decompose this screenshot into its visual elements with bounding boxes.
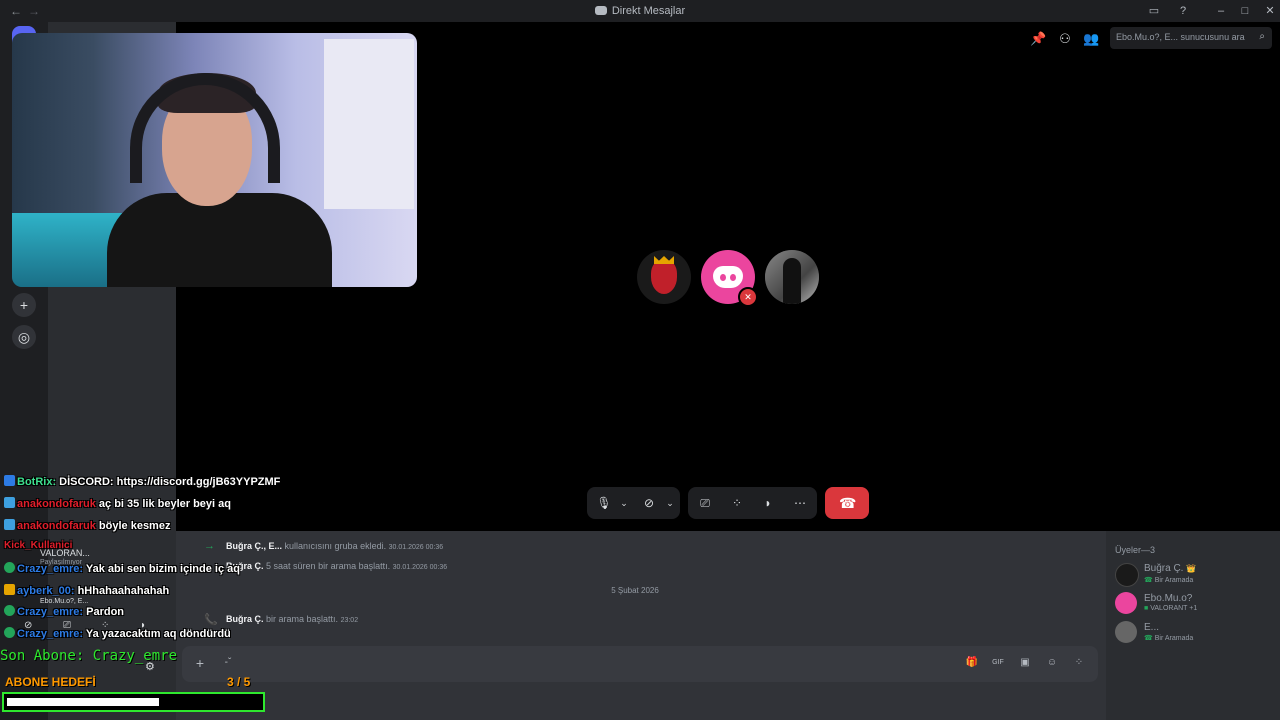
- mic-options-chevron-icon[interactable]: ⌄: [616, 495, 632, 511]
- minimize-icon[interactable]: –: [1213, 3, 1229, 19]
- phone-icon: ☎: [1144, 577, 1153, 584]
- activities-icon[interactable]: ⁘: [729, 495, 745, 511]
- discover-icon[interactable]: ◎: [12, 325, 36, 349]
- apps-icon[interactable]: ⁘: [1072, 656, 1086, 670]
- microphone-icon[interactable]: 🎙: [596, 495, 612, 511]
- sticker-icon[interactable]: ▣: [1018, 656, 1032, 670]
- stream-chat-line: Crazy_emre: Ya yazacaktım aq döndürdü: [4, 627, 231, 640]
- crown-icon: [654, 256, 674, 264]
- stream-chat-line: Crazy_emre: Pardon: [4, 605, 124, 618]
- hang-up-icon: ☎: [839, 495, 857, 511]
- join-arrow-icon: →: [204, 540, 215, 552]
- member-status: ☎ Bir Aramada: [1144, 577, 1194, 584]
- sub-goal-fill: [7, 698, 159, 706]
- soundboard-icon[interactable]: ◗: [760, 495, 776, 511]
- game-controller-icon: ■: [1144, 605, 1149, 612]
- kick-label: Kick_Kullanici: [4, 540, 73, 551]
- phone-icon: ☎: [1144, 635, 1153, 642]
- screen-share-icon[interactable]: ⎚: [697, 495, 713, 511]
- member-name[interactable]: Buğra Ç. 👑: [1144, 563, 1196, 574]
- camera-options-chevron-icon[interactable]: ⌄: [662, 495, 678, 511]
- participant-avatar-bugra[interactable]: [637, 250, 691, 304]
- date-divider: 5 Şubat 2026: [611, 586, 659, 595]
- streamer-webcam: [12, 33, 417, 287]
- title-bar: ← → Direkt Mesajlar ▭ ? – □ ✕: [0, 0, 1280, 22]
- deafened-icon: ✕: [738, 287, 758, 307]
- headphones-icon: [130, 73, 280, 183]
- search-icon: ⌕: [1259, 31, 1265, 42]
- help-icon[interactable]: ?: [1175, 3, 1191, 19]
- system-message: Buğra Ç. 5 saat süren bir arama başlattı…: [226, 561, 448, 571]
- crown-icon: 👑: [1186, 564, 1197, 573]
- disconnect-button[interactable]: ☎: [825, 487, 869, 519]
- system-message: Buğra Ç. bir arama başlattı. 23:02: [226, 614, 359, 624]
- call-phone-icon: 📞: [204, 614, 218, 626]
- member-avatar[interactable]: [1115, 563, 1139, 587]
- member-list-header: Üyeler—3: [1115, 545, 1156, 555]
- add-friend-icon[interactable]: ⚇: [1057, 31, 1073, 47]
- more-options-icon[interactable]: ⋯: [792, 495, 808, 511]
- member-avatar[interactable]: [1115, 621, 1137, 643]
- sword-badge-icon: [4, 475, 15, 486]
- mod-badge-icon: [4, 562, 15, 573]
- person-photo-icon: [783, 258, 801, 304]
- member-status: ■ VALORANT +1: [1144, 605, 1198, 612]
- call-actions: ⎚ ⁘ ◗ ⋯: [688, 487, 817, 519]
- gift-icon[interactable]: 🎁: [965, 656, 979, 670]
- member-name[interactable]: Ebo.Mu.o?: [1144, 593, 1192, 604]
- member-name[interactable]: E...: [1144, 622, 1159, 633]
- stream-chat-line: Crazy_emre: Yak abi sen bizim içinde iç …: [4, 562, 240, 575]
- stream-chat-line: anakondofaruk böyle kesmez: [4, 519, 170, 532]
- sub-goal-count: 3 / 5: [227, 675, 251, 689]
- system-message: Buğra Ç., E... kullanıcısını gruba ekled…: [226, 541, 444, 551]
- sub-goal-bar: [2, 692, 265, 712]
- text-format-icon[interactable]: -ˇ: [221, 656, 235, 670]
- subscriber-badge-icon: [4, 497, 15, 508]
- stream-chat-line: BotRix: DİSCORD: https://discord.gg/jB63…: [4, 475, 280, 488]
- discord-logo-icon: [594, 6, 607, 15]
- sub-goal-label: ABONE HEDEFİ: [5, 675, 96, 689]
- members-list-icon[interactable]: 👥: [1083, 31, 1099, 47]
- crown-badge-icon: [4, 584, 15, 595]
- member-avatar[interactable]: [1115, 592, 1137, 614]
- add-server-icon[interactable]: +: [12, 293, 36, 317]
- subscriber-badge-icon: [4, 519, 15, 530]
- discord-default-avatar-icon: [713, 266, 743, 288]
- participant-avatar-e[interactable]: [765, 250, 819, 304]
- attach-plus-icon[interactable]: +: [193, 656, 207, 670]
- mod-badge-icon: [4, 627, 15, 638]
- mod-badge-icon: [4, 605, 15, 616]
- participant-avatar-ebo[interactable]: ✕: [701, 250, 758, 307]
- audio-video-controls: 🎙 ⌄ ⊘ ⌄: [587, 487, 680, 519]
- emoji-icon[interactable]: ☺: [1045, 656, 1059, 670]
- message-composer[interactable]: [182, 646, 1098, 682]
- message-list: [176, 531, 1106, 720]
- inbox-icon[interactable]: ▭: [1146, 3, 1162, 19]
- demon-avatar-icon: [651, 260, 677, 294]
- pin-icon[interactable]: 📌: [1030, 31, 1046, 47]
- window-title: Direkt Mesajlar: [0, 5, 1280, 17]
- stream-chat-line: ayberk_00: hHhahaahahahah: [4, 584, 169, 597]
- stream-chat-line: anakondofaruk aç bi 35 lik beyler beyi a…: [4, 497, 231, 510]
- camera-off-icon[interactable]: ⊘: [641, 495, 657, 511]
- gif-icon[interactable]: GIF: [991, 656, 1005, 670]
- maximize-icon[interactable]: □: [1237, 3, 1253, 19]
- last-subscriber: Son Abone: Crazy_emre: [0, 648, 178, 664]
- close-icon[interactable]: ✕: [1262, 3, 1278, 19]
- voice-channel-user: Ebo.Mu.o?, E...: [40, 598, 89, 605]
- member-status: ☎ Bir Aramada: [1144, 635, 1194, 642]
- search-input[interactable]: Ebo.Mu.o?, E... sunucusunu ara ⌕: [1110, 27, 1272, 49]
